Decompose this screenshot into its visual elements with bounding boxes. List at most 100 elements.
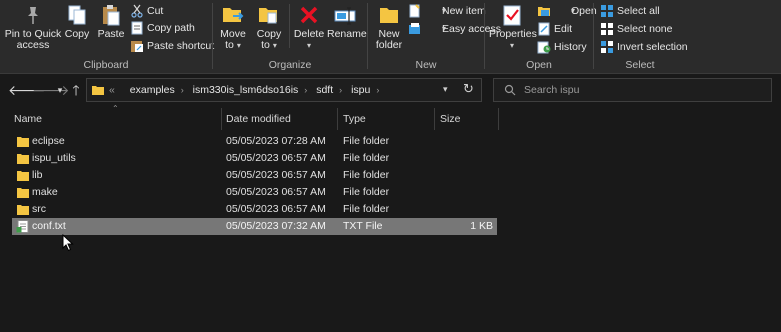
pin-to-quick-access-button[interactable]: Pin to Quick access	[4, 3, 62, 51]
folder-icon	[17, 171, 29, 181]
delete-button[interactable]: Delete ▾	[293, 3, 325, 51]
breadcrumb-item[interactable]: ism330is_lsm6dso16is	[193, 84, 299, 96]
search-icon	[504, 84, 516, 96]
refresh-icon[interactable]: ↻	[463, 81, 474, 97]
open-icon	[538, 7, 550, 16]
file-date-modified: 05/05/2023 07:32 AM	[226, 220, 326, 232]
navigation-bar: 🡐 🡒 ▾ 🡑 « examples › ism330is_lsm6dso16is…	[0, 74, 781, 106]
properties-button[interactable]: Properties ▾	[489, 3, 537, 51]
breadcrumb-item[interactable]: ispu	[351, 84, 370, 96]
file-date-modified: 05/05/2023 06:57 AM	[226, 169, 326, 181]
column-divider[interactable]	[434, 108, 435, 130]
folder-icon	[17, 154, 29, 164]
chevron-down-icon: ▾	[571, 6, 576, 15]
organize-group-label: Organize	[268, 59, 312, 71]
clipboard-group: Pin to Quick access Copy Paste Cut Copy …	[0, 0, 214, 74]
sort-up-chevron-icon: ⌃	[112, 104, 119, 113]
copy-path-icon	[131, 21, 143, 35]
clipboard-group-label: Clipboard	[83, 59, 129, 71]
chevron-down-icon: ▾	[306, 41, 311, 50]
chevron-right-icon[interactable]: ›	[376, 85, 379, 95]
file-name: src	[32, 203, 46, 215]
file-type: File folder	[343, 169, 390, 181]
new-group: New folder New item ▾ Easy access ▾ New	[368, 0, 501, 74]
column-divider[interactable]	[337, 108, 338, 130]
text-file-icon	[16, 220, 29, 233]
column-header-type[interactable]: Type	[343, 108, 366, 130]
history-icon	[537, 41, 551, 54]
copy-to-icon	[259, 8, 277, 24]
breadcrumb: « examples › ism330is_lsm6dso16is › sdft › …	[109, 79, 385, 101]
column-header-date-modified[interactable]: Date modified	[226, 108, 291, 130]
file-name: eclipse	[32, 135, 65, 147]
chevron-down-icon: ▾	[236, 41, 241, 50]
file-row[interactable]: ispu_utils 05/05/2023 06:57 AM File folder	[12, 150, 497, 167]
edit-icon	[538, 22, 550, 36]
folder-icon	[17, 205, 29, 215]
file-row[interactable]: src 05/05/2023 06:57 AM File folder	[12, 201, 497, 218]
file-type: File folder	[343, 135, 390, 147]
chevron-down-icon: ▾	[442, 6, 447, 15]
file-size: 1 KB	[470, 220, 493, 232]
column-divider[interactable]	[498, 108, 499, 130]
chevron-down-icon: ▾	[272, 41, 277, 50]
search-placeholder: Search ispu	[524, 84, 580, 96]
easy-access-icon	[409, 23, 420, 34]
scissors-icon	[131, 4, 143, 18]
address-history-chevron-icon[interactable]: ▾	[443, 84, 448, 95]
new-folder-button[interactable]: New folder	[373, 3, 405, 51]
copy-to-button[interactable]: Copy to ▾	[253, 3, 285, 51]
move-to-button[interactable]: Move to ▾	[219, 3, 247, 51]
select-group-label: Select	[625, 59, 655, 71]
forward-arrow-icon[interactable]: 🡒	[32, 82, 70, 98]
select-none-icon	[601, 23, 613, 35]
chevron-right-icon[interactable]: ›	[304, 85, 307, 95]
file-type: TXT File	[343, 220, 383, 232]
file-date-modified: 05/05/2023 07:28 AM	[226, 135, 326, 147]
paste-button[interactable]: Paste	[96, 3, 126, 40]
ribbon: Pin to Quick access Copy Paste Cut Copy …	[0, 0, 781, 74]
address-bar[interactable]: « examples › ism330is_lsm6dso16is › sdft › …	[86, 78, 482, 102]
file-name: ispu_utils	[32, 152, 76, 164]
new-group-label: New	[415, 59, 437, 71]
file-date-modified: 05/05/2023 06:57 AM	[226, 152, 326, 164]
properties-icon	[503, 5, 521, 26]
file-type: File folder	[343, 186, 390, 198]
paste-icon	[103, 5, 120, 26]
column-header-size[interactable]: Size	[440, 108, 460, 130]
up-arrow-icon[interactable]: 🡑	[68, 82, 84, 98]
pin-icon	[28, 7, 38, 24]
folder-icon	[17, 137, 29, 147]
open-group-label: Open	[526, 59, 552, 71]
copy-button[interactable]: Copy	[63, 3, 91, 40]
file-name: conf.txt	[32, 220, 66, 232]
paste-shortcut-icon	[131, 41, 143, 52]
folder-icon	[17, 188, 29, 198]
chevron-right-icon[interactable]: ›	[339, 85, 342, 95]
file-row[interactable]: conf.txt 05/05/2023 07:32 AM TXT File 1 KB	[12, 218, 497, 235]
file-date-modified: 05/05/2023 06:57 AM	[226, 203, 326, 215]
column-header-name[interactable]: Name	[14, 108, 42, 130]
file-row[interactable]: make 05/05/2023 06:57 AM File folder	[12, 184, 497, 201]
folder-icon	[92, 86, 104, 95]
column-divider[interactable]	[221, 108, 222, 130]
file-type: File folder	[343, 203, 390, 215]
select-all-icon	[601, 5, 613, 17]
file-row[interactable]: eclipse 05/05/2023 07:28 AM File folder	[12, 133, 497, 150]
file-row[interactable]: lib 05/05/2023 06:57 AM File folder	[12, 167, 497, 184]
invert-selection-icon	[601, 41, 613, 53]
search-box[interactable]: Search ispu	[493, 78, 772, 102]
breadcrumb-item[interactable]: examples	[130, 84, 175, 96]
rename-button[interactable]: Rename	[327, 3, 367, 40]
chevron-down-icon: ▾	[442, 24, 447, 33]
file-name: lib	[32, 169, 43, 181]
copy-icon	[68, 5, 86, 25]
new-item-icon	[409, 4, 420, 18]
breadcrumb-overflow[interactable]: «	[109, 84, 115, 96]
breadcrumb-item[interactable]: sdft	[316, 84, 333, 96]
open-group: Properties ▾ Open ▾ Edit History Open	[485, 0, 597, 74]
delete-x-icon	[300, 6, 318, 24]
chevron-right-icon[interactable]: ›	[181, 85, 184, 95]
back-arrow-icon[interactable]: 🡐	[8, 82, 46, 98]
recent-locations-chevron-icon[interactable]: ▾	[52, 82, 68, 98]
